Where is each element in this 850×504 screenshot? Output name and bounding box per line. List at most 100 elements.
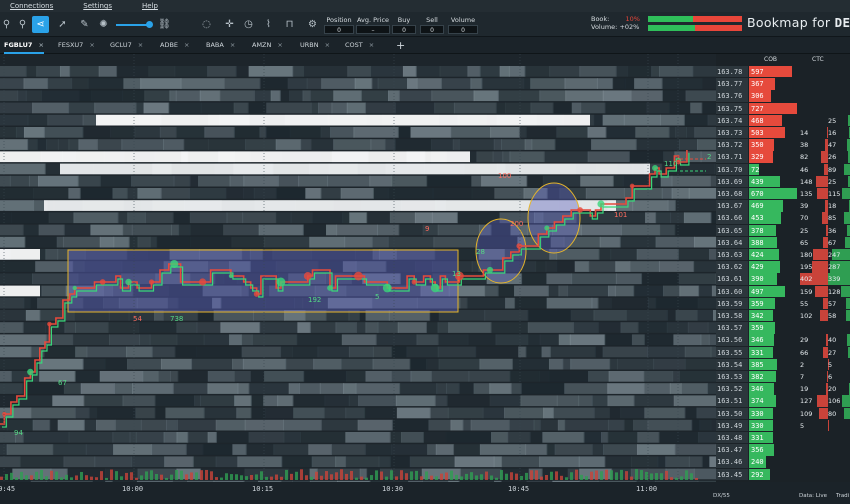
tab-baba[interactable]: BABA × <box>206 37 235 54</box>
price-row[interactable]: 163.58 342 102 58 <box>716 310 850 322</box>
price-row[interactable]: 163.61 390 402 339 <box>716 273 850 285</box>
ctc-value-left: 109 <box>800 409 813 418</box>
zoom-slider-handle[interactable] <box>146 21 153 28</box>
close-icon[interactable]: × <box>369 41 374 49</box>
chat-icon[interactable]: ◌ <box>198 16 215 33</box>
heatmap-cell <box>275 212 292 224</box>
close-icon[interactable]: × <box>277 41 282 49</box>
volume-bar <box>145 471 148 480</box>
tab-urbn[interactable]: URBN × <box>300 37 330 54</box>
heatmap-cell <box>693 468 716 480</box>
heatmap-cell <box>394 102 436 114</box>
chart-icon[interactable]: ⌇ <box>260 16 277 33</box>
price-row[interactable]: 163.55 331 66 27 <box>716 346 850 359</box>
heatmap-cell <box>479 444 527 455</box>
tab-adbe[interactable]: ADBE × <box>160 37 189 54</box>
price-row[interactable]: 163.53 382 7 6 <box>716 371 850 383</box>
heatmap-cell <box>169 371 179 382</box>
tab-fesxu7[interactable]: FESXU7 × <box>58 37 95 54</box>
price-row[interactable]: 163.68 670 135 115 <box>716 188 850 200</box>
heatmap-cell <box>428 419 452 431</box>
price-row[interactable]: 163.78 597 <box>716 66 850 78</box>
gear-icon[interactable]: ⚙ <box>304 16 321 33</box>
heatmap-cell <box>666 310 677 321</box>
heatmap-cell <box>127 212 146 224</box>
volume-bar <box>520 475 523 480</box>
price-row[interactable]: 163.65 378 25 36 <box>716 224 850 237</box>
heatmap-cell <box>310 102 320 114</box>
rocket-icon[interactable]: ➚ <box>54 16 71 33</box>
heatmap-cell <box>154 395 195 407</box>
heatmap-cell <box>251 334 298 346</box>
heatmap-cell <box>333 139 372 150</box>
zoom-slider[interactable] <box>116 24 150 26</box>
price-row[interactable]: 163.71 329 82 26 <box>716 151 850 163</box>
price-row[interactable]: 163.76 306 <box>716 90 850 102</box>
trade-dot <box>27 368 34 376</box>
search-icon[interactable]: ⚲ <box>0 16 15 33</box>
heatmap-chart[interactable]: 100 5 13 101 28 110 200 192 738 54 67 94 9 2 <box>0 54 716 482</box>
price-row[interactable]: 163.48 331 <box>716 432 850 444</box>
heatmap-cell <box>554 139 593 150</box>
price-row[interactable]: 163.74 468 25 <box>716 114 850 127</box>
price-row[interactable]: 163.73 503 14 16 <box>716 127 850 139</box>
price-row[interactable]: 163.59 359 55 57 <box>716 297 850 310</box>
volume-annotation: 101 <box>614 211 627 219</box>
price-cell: 163.67 <box>716 200 748 212</box>
zoom-icon[interactable]: ⚲ <box>14 16 31 33</box>
heatmap-cell <box>77 175 101 187</box>
price-row[interactable]: 163.66 453 70 85 <box>716 212 850 224</box>
tab-gclu7[interactable]: GCLU7 × <box>110 37 143 54</box>
compass-icon[interactable]: ◷ <box>240 16 257 33</box>
price-row[interactable]: 163.47 356 <box>716 444 850 456</box>
price-row[interactable]: 163.50 330 109 80 <box>716 407 850 420</box>
menu-settings[interactable]: Settings <box>83 2 112 10</box>
lightbulb-icon[interactable]: ✺ <box>95 16 112 33</box>
instrument-tabs: FGBLU7 × FESXU7 × GCLU7 × ADBE × BABA × AMZN × URBN ×… <box>0 37 850 54</box>
price-row[interactable]: 163.64 388 65 67 <box>716 236 850 249</box>
close-icon[interactable]: × <box>89 41 94 49</box>
lock-icon[interactable]: ⊓ <box>281 16 298 33</box>
heatmap-cell <box>409 456 456 468</box>
heatmap-cell <box>667 200 676 211</box>
price-row[interactable]: 163.49 330 5 <box>716 419 850 432</box>
close-icon[interactable]: × <box>230 41 235 49</box>
close-icon[interactable]: × <box>138 41 143 49</box>
add-tab-button[interactable]: + <box>396 37 405 54</box>
menu-connections[interactable]: Connections <box>10 2 53 10</box>
close-icon[interactable]: × <box>38 41 43 49</box>
heatmap-cell <box>471 188 496 199</box>
price-row[interactable]: 163.51 374 127 106 <box>716 395 850 407</box>
price-row[interactable]: 163.70 72 46 89 <box>716 163 850 176</box>
close-icon[interactable]: × <box>325 41 330 49</box>
price-row[interactable]: 163.46 240 <box>716 456 850 468</box>
price-row[interactable]: 163.63 424 180 247 <box>716 249 850 261</box>
menu-help[interactable]: Help <box>142 2 158 10</box>
price-row[interactable]: 163.54 385 2 5 <box>716 358 850 371</box>
tab-fgblu7[interactable]: FGBLU7 × <box>4 37 44 54</box>
price-row[interactable]: 163.60 497 159 128 <box>716 285 850 298</box>
price-row[interactable]: 163.57 359 <box>716 322 850 334</box>
heatmap-cell <box>527 334 541 346</box>
crosshair-icon[interactable]: ✛ <box>221 16 238 33</box>
close-icon[interactable]: × <box>184 41 189 49</box>
tab-cost[interactable]: COST × <box>345 37 374 54</box>
heatmap-cell <box>310 139 335 150</box>
link-icon[interactable]: ⛓ <box>156 16 173 33</box>
price-cell: 163.63 <box>716 249 748 261</box>
share-icon[interactable]: ⋖ <box>32 16 49 33</box>
sell-value: 0 <box>420 25 444 34</box>
price-row[interactable]: 163.75 727 <box>716 102 850 115</box>
price-row[interactable]: 163.56 346 29 40 <box>716 334 850 346</box>
price-row[interactable]: 163.45 292 <box>716 468 850 481</box>
price-row[interactable]: 163.69 439 148 25 <box>716 175 850 188</box>
ctc-value-left: 159 <box>800 287 813 296</box>
price-row[interactable]: 163.72 350 38 47 <box>716 139 850 151</box>
price-row[interactable]: 163.67 469 39 18 <box>716 200 850 212</box>
price-row[interactable]: 163.52 346 19 20 <box>716 383 850 395</box>
price-row[interactable]: 163.77 367 <box>716 78 850 90</box>
tab-amzn[interactable]: AMZN × <box>252 37 283 54</box>
brush-icon[interactable]: ✎ <box>76 16 93 33</box>
price-row[interactable]: 163.62 429 195 287 <box>716 261 850 273</box>
volume-bar <box>330 474 333 480</box>
